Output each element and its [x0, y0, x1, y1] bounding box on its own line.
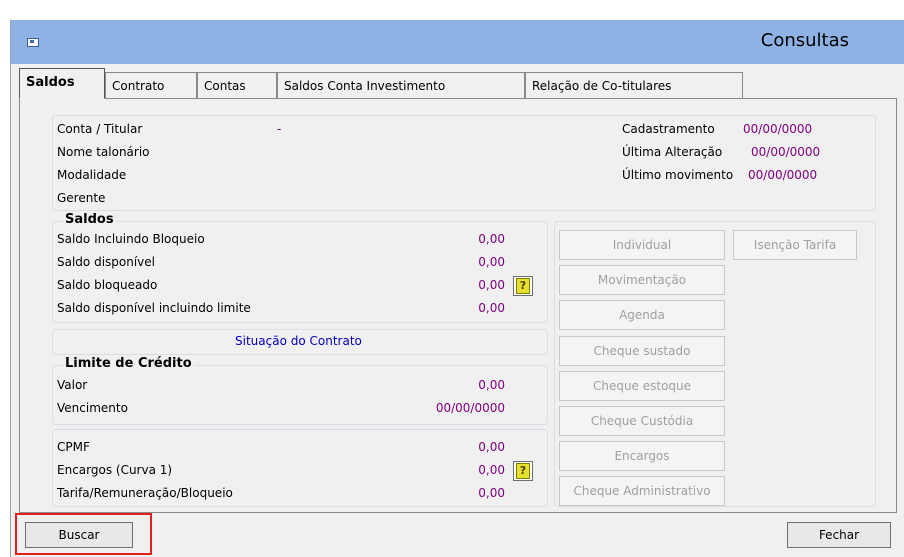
window-icon[interactable]	[27, 38, 39, 47]
consultas-window: Consultas Saldos Contrato Contas Saldos …	[10, 20, 904, 557]
encargos-button[interactable]: Encargos	[559, 441, 725, 471]
limite-credito-group: Limite de Crédito Valor 0,00 Vencimento …	[52, 356, 548, 425]
saldos-group: Saldos Saldo Incluindo Bloqueio 0,00 Sal…	[52, 212, 548, 323]
saldo-bloqueado-label: Saldo bloqueado	[57, 278, 158, 292]
situacao-contrato-link[interactable]: Situação do Contrato	[235, 334, 362, 348]
saldo-bloqueado-help-icon[interactable]: ?	[513, 276, 533, 296]
cadastramento-label: Cadastramento	[622, 122, 715, 136]
saldos-group-title: Saldos	[63, 212, 116, 227]
tab-strip: Saldos Contrato Contas Saldos Conta Inve…	[11, 68, 904, 99]
actions-panel: Individual Movimentação Agenda Cheque su…	[554, 221, 876, 507]
movimentacao-button[interactable]: Movimentação	[559, 265, 725, 295]
saldos-tab-page: Conta / Titular - Nome talonário Modalid…	[19, 98, 897, 513]
tab-saldos-conta-investimento[interactable]: Saldos Conta Investimento	[277, 72, 525, 99]
limite-valor-label: Valor	[57, 378, 88, 392]
ultima-alteracao-label: Última Alteração	[622, 145, 723, 159]
fechar-button[interactable]: Fechar	[787, 522, 891, 548]
ultimo-movimento-label: Último movimento	[622, 168, 734, 182]
individual-button[interactable]: Individual	[559, 230, 725, 260]
saldo-incluindo-bloqueio-label: Saldo Incluindo Bloqueio	[57, 232, 205, 246]
encargos-curva-value: 0,00	[478, 463, 505, 477]
title-bar: Consultas	[11, 20, 904, 64]
tab-contas[interactable]: Contas	[197, 72, 277, 99]
conta-titular-label: Conta / Titular	[57, 122, 143, 136]
ultima-alteracao-value: 00/00/0000	[751, 145, 821, 159]
agenda-button[interactable]: Agenda	[559, 300, 725, 330]
cheque-estoque-button[interactable]: Cheque estoque	[559, 371, 725, 401]
nome-talonario-label: Nome talonário	[57, 145, 150, 159]
encargos-help-icon[interactable]: ?	[513, 461, 533, 481]
cheque-administrativo-button[interactable]: Cheque Administrativo	[559, 476, 725, 506]
saldo-disponivel-limite-value: 0,00	[478, 301, 505, 315]
gerente-label: Gerente	[57, 191, 106, 205]
situacao-contrato-panel: Situação do Contrato	[52, 329, 548, 355]
buscar-button[interactable]: Buscar	[25, 522, 133, 548]
vencimento-value: 00/00/0000	[435, 401, 505, 415]
tarifa-remuneracao-value: 0,00	[478, 486, 505, 500]
cheque-sustado-button[interactable]: Cheque sustado	[559, 336, 725, 366]
limite-credito-title: Limite de Crédito	[63, 356, 194, 371]
tab-relacao-co-titulares[interactable]: Relação de Co-titulares	[525, 72, 743, 99]
cpmf-value: 0,00	[478, 440, 505, 454]
window-title: Consultas	[760, 30, 849, 51]
conta-titular-value: -	[277, 122, 282, 136]
tab-contrato[interactable]: Contrato	[105, 72, 197, 99]
saldo-bloqueado-value: 0,00	[478, 278, 505, 292]
tab-saldos[interactable]: Saldos	[19, 68, 105, 99]
encargos-curva-label: Encargos (Curva 1)	[57, 463, 173, 477]
cadastramento-value: 00/00/0000	[743, 122, 813, 136]
saldo-disponivel-limite-label: Saldo disponível incluindo limite	[57, 301, 251, 315]
saldo-disponivel-label: Saldo disponível	[57, 255, 155, 269]
saldo-incluindo-bloqueio-value: 0,00	[478, 232, 505, 246]
limite-valor-value: 0,00	[478, 378, 505, 392]
encargos-panel: CPMF 0,00 Encargos (Curva 1) 0,00 ? Tari…	[52, 429, 548, 507]
isencao-tarifa-button[interactable]: Isenção Tarifa	[733, 230, 857, 260]
modalidade-label: Modalidade	[57, 168, 127, 182]
cheque-custodia-button[interactable]: Cheque Custódia	[559, 406, 725, 436]
saldo-disponivel-value: 0,00	[478, 255, 505, 269]
ultimo-movimento-value: 00/00/0000	[748, 168, 818, 182]
account-info-panel: Conta / Titular - Nome talonário Modalid…	[52, 115, 876, 211]
tarifa-remuneracao-label: Tarifa/Remuneração/Bloqueio	[57, 486, 233, 500]
cpmf-label: CPMF	[57, 440, 90, 454]
vencimento-label: Vencimento	[57, 401, 128, 415]
